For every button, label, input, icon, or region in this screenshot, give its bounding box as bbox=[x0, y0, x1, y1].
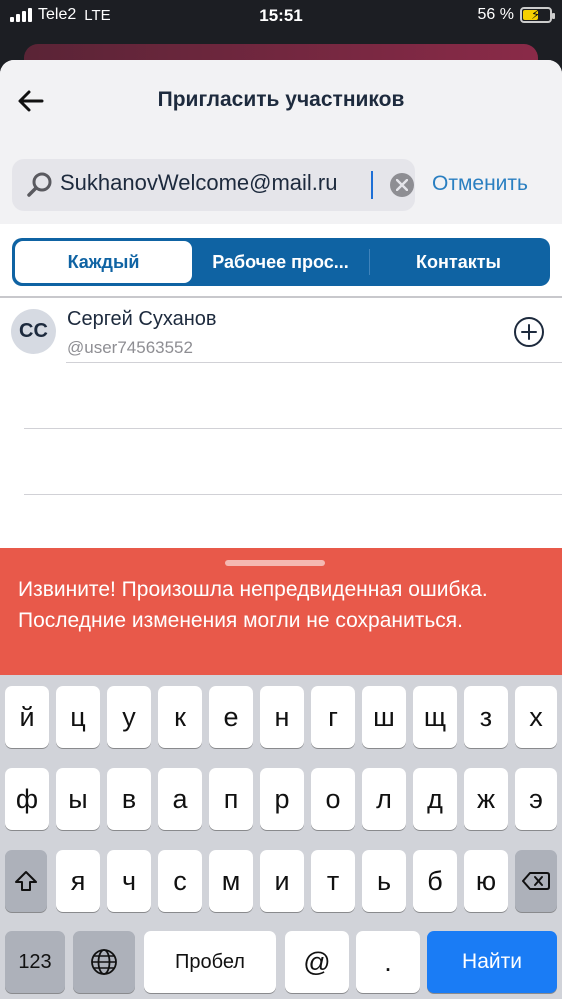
clear-search-button[interactable] bbox=[390, 173, 414, 197]
row-separator bbox=[66, 362, 562, 363]
key[interactable]: у bbox=[107, 686, 151, 748]
cancel-button[interactable]: Отменить bbox=[432, 172, 528, 196]
globe-icon bbox=[91, 949, 117, 975]
key[interactable]: ф bbox=[5, 768, 49, 830]
segmented-control: Каждый Рабочее прос... Контакты bbox=[12, 238, 550, 286]
status-bar: Tele2 LTE 15:51 56 % ⚡ bbox=[0, 0, 562, 34]
search-input[interactable]: SukhanovWelcome@mail.ru bbox=[12, 159, 415, 211]
key[interactable]: к bbox=[158, 686, 202, 748]
status-right: 56 % ⚡ bbox=[477, 6, 555, 24]
globe-key[interactable] bbox=[73, 931, 135, 993]
key[interactable]: э bbox=[515, 768, 557, 830]
battery-percent: 56 % bbox=[477, 6, 514, 23]
charging-bolt-icon: ⚡ bbox=[531, 7, 541, 22]
key[interactable]: н bbox=[260, 686, 304, 748]
key[interactable]: е bbox=[209, 686, 253, 748]
shift-icon bbox=[15, 871, 37, 891]
text-caret bbox=[371, 171, 373, 199]
key[interactable]: х bbox=[515, 686, 557, 748]
space-key[interactable]: Пробел bbox=[144, 931, 276, 993]
key[interactable]: ч bbox=[107, 850, 151, 912]
drag-handle[interactable] bbox=[225, 560, 325, 566]
segment-workspace[interactable]: Рабочее прос... bbox=[192, 241, 369, 283]
search-input-value: SukhanovWelcome@mail.ru bbox=[60, 170, 338, 195]
backspace-icon bbox=[522, 872, 550, 890]
contact-name: Сергей Суханов bbox=[67, 308, 217, 330]
key[interactable]: п bbox=[209, 768, 253, 830]
row-separator bbox=[24, 428, 562, 429]
avatar: СС bbox=[11, 309, 56, 354]
list-item[interactable]: СС Сергей Суханов @user74563552 bbox=[0, 300, 562, 362]
dot-key[interactable]: . bbox=[356, 931, 420, 993]
plus-circle-icon bbox=[514, 317, 544, 347]
key[interactable]: с bbox=[158, 850, 202, 912]
contact-handle: @user74563552 bbox=[67, 338, 193, 357]
list-top-divider bbox=[0, 296, 562, 298]
key[interactable]: ц bbox=[56, 686, 100, 748]
key[interactable]: м bbox=[209, 850, 253, 912]
page-title: Пригласить участников bbox=[157, 88, 405, 111]
search-row: SukhanovWelcome@mail.ru Отменить bbox=[0, 144, 562, 224]
key[interactable]: и bbox=[260, 850, 304, 912]
add-participant-button[interactable] bbox=[513, 316, 545, 348]
segment-contacts[interactable]: Контакты bbox=[370, 241, 547, 283]
key[interactable]: в bbox=[107, 768, 151, 830]
nav-bar: Пригласить участников bbox=[0, 60, 562, 144]
key[interactable]: л bbox=[362, 768, 406, 830]
key[interactable]: я bbox=[56, 850, 100, 912]
clear-icon bbox=[396, 179, 408, 191]
key[interactable]: а bbox=[158, 768, 202, 830]
at-key[interactable]: @ bbox=[285, 931, 349, 993]
battery-icon: ⚡ bbox=[520, 7, 555, 23]
key[interactable]: ы bbox=[56, 768, 100, 830]
key[interactable]: щ bbox=[413, 686, 457, 748]
segment-everyone[interactable]: Каждый bbox=[15, 241, 192, 283]
key[interactable]: б bbox=[413, 850, 457, 912]
key[interactable]: г bbox=[311, 686, 355, 748]
key[interactable]: д bbox=[413, 768, 457, 830]
key[interactable]: ю bbox=[464, 850, 508, 912]
keyboard: й ц у к е н г ш щ з х ф ы в а п р о л д … bbox=[0, 675, 562, 999]
key[interactable]: ш bbox=[362, 686, 406, 748]
error-message: Извините! Произошла непредвиденная ошибк… bbox=[18, 578, 488, 632]
backspace-key[interactable] bbox=[515, 850, 557, 912]
key[interactable]: ь bbox=[362, 850, 406, 912]
row-separator bbox=[24, 494, 562, 495]
search-icon bbox=[27, 172, 52, 197]
search-go-key[interactable]: Найти bbox=[427, 931, 557, 993]
key[interactable]: т bbox=[311, 850, 355, 912]
key[interactable]: о bbox=[311, 768, 355, 830]
key[interactable]: з bbox=[464, 686, 508, 748]
key[interactable]: й bbox=[5, 686, 49, 748]
shift-key[interactable] bbox=[5, 850, 47, 912]
numbers-key[interactable]: 123 bbox=[5, 931, 65, 993]
key[interactable]: р bbox=[260, 768, 304, 830]
key[interactable]: ж bbox=[464, 768, 508, 830]
error-banner[interactable]: Извините! Произошла непредвиденная ошибк… bbox=[0, 548, 562, 675]
